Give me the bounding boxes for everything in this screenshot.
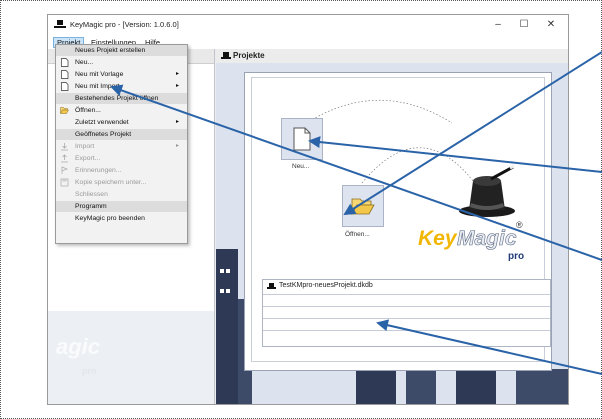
window-light <box>220 269 224 273</box>
logo-registered-mark: ® <box>516 220 523 230</box>
open-folder-icon <box>60 107 69 115</box>
menu-item-kopie-speichern: Kopie speichern unter... <box>56 177 187 188</box>
reminder-icon <box>61 166 68 174</box>
new-document-icon <box>61 82 69 91</box>
submenu-arrow-icon: ▸ <box>175 83 179 89</box>
projekt-dropdown-menu: Neues Projekt erstellen Neu... Neu mit V… <box>55 44 188 244</box>
start-panel: Neu... Öffnen... Key Magic ® pro TestKMp… <box>244 72 552 371</box>
logo-magic-text: Magic <box>457 227 517 251</box>
menu-item-export: Export... <box>56 153 187 164</box>
projects-pane: Projekte Neu... Öffnen... Key Magic ® pr… <box>216 49 568 404</box>
menu-header-open-project: Bestehendes Projekt öffnen <box>56 93 187 104</box>
menu-item-neu-mit-import[interactable]: Neu mit Import ▸ <box>56 81 187 92</box>
menu-header-new-project: Neues Projekt erstellen <box>56 45 187 56</box>
close-button[interactable]: ✕ <box>543 19 559 30</box>
save-icon <box>60 178 69 187</box>
menu-header-opened-project: Geöffnetes Projekt <box>56 129 187 140</box>
menu-item-oeffnen[interactable]: Öffnen... <box>56 105 187 116</box>
logo-pro-text: pro <box>508 251 525 262</box>
new-project-button[interactable] <box>281 118 323 160</box>
building <box>516 369 568 404</box>
open-folder-icon <box>351 198 375 215</box>
new-document-icon <box>293 127 311 151</box>
projects-header: Projekte <box>216 49 568 63</box>
new-project-label: Neu... <box>292 163 310 170</box>
window-title: KeyMagic pro - [Version: 1.0.6.0] <box>70 20 179 29</box>
title-bar: KeyMagic pro - [Version: 1.0.6.0] – ☐ ✕ <box>48 15 568 37</box>
open-project-button[interactable] <box>342 185 384 227</box>
menu-item-neu[interactable]: Neu... <box>56 57 187 68</box>
menu-item-erinnerungen: Erinnerungen... <box>56 165 187 176</box>
menu-item-schliessen: Schliessen <box>75 191 108 198</box>
maximize-button[interactable]: ☐ <box>516 19 532 30</box>
recent-project-name: TestKMpro-neuesProjekt.dkdb <box>279 282 373 289</box>
window-light <box>226 289 230 293</box>
left-logo-pro: pro <box>82 366 97 376</box>
menu-item-import: Import ▸ <box>56 141 187 152</box>
submenu-arrow-icon: ▸ <box>175 143 179 149</box>
left-logo-text: agic <box>56 334 101 359</box>
recent-project-item[interactable] <box>263 306 550 317</box>
recent-projects-list: TestKMpro-neuesProjekt.dkdb <box>262 279 551 347</box>
import-icon <box>61 143 68 151</box>
project-hat-icon <box>267 283 276 289</box>
projects-title: Projekte <box>233 51 265 60</box>
menu-header-programm: Programm <box>56 201 187 212</box>
window-light <box>220 289 224 293</box>
window-light <box>226 269 230 273</box>
projects-hat-icon <box>221 52 231 59</box>
new-document-icon <box>61 58 69 67</box>
menu-item-neu-mit-vorlage[interactable]: Neu mit Vorlage ▸ <box>56 69 187 80</box>
start-panel-inner: Neu... Öffnen... Key Magic ® pro TestKMp… <box>251 77 551 362</box>
recent-project-item[interactable] <box>263 294 550 305</box>
new-document-icon <box>61 70 69 79</box>
recent-project-item[interactable]: TestKMpro-neuesProjekt.dkdb <box>263 280 550 293</box>
recent-project-item[interactable] <box>263 318 550 329</box>
export-icon <box>61 154 68 163</box>
minimize-button[interactable]: – <box>490 19 506 30</box>
menu-item-beenden[interactable]: KeyMagic pro beenden <box>56 213 187 224</box>
submenu-arrow-icon: ▸ <box>175 119 179 125</box>
logo-key-text: Key <box>418 227 457 250</box>
menu-item-zuletzt-verwendet[interactable]: Zuletzt verwendet ▸ <box>56 117 187 128</box>
open-project-label: Öffnen... <box>345 231 370 238</box>
magic-hat-logo-icon <box>459 164 515 217</box>
left-logo-watermark: agic pro <box>48 311 214 404</box>
recent-project-item[interactable] <box>263 330 550 341</box>
app-hat-icon <box>54 20 66 28</box>
submenu-arrow-icon: ▸ <box>175 71 179 77</box>
